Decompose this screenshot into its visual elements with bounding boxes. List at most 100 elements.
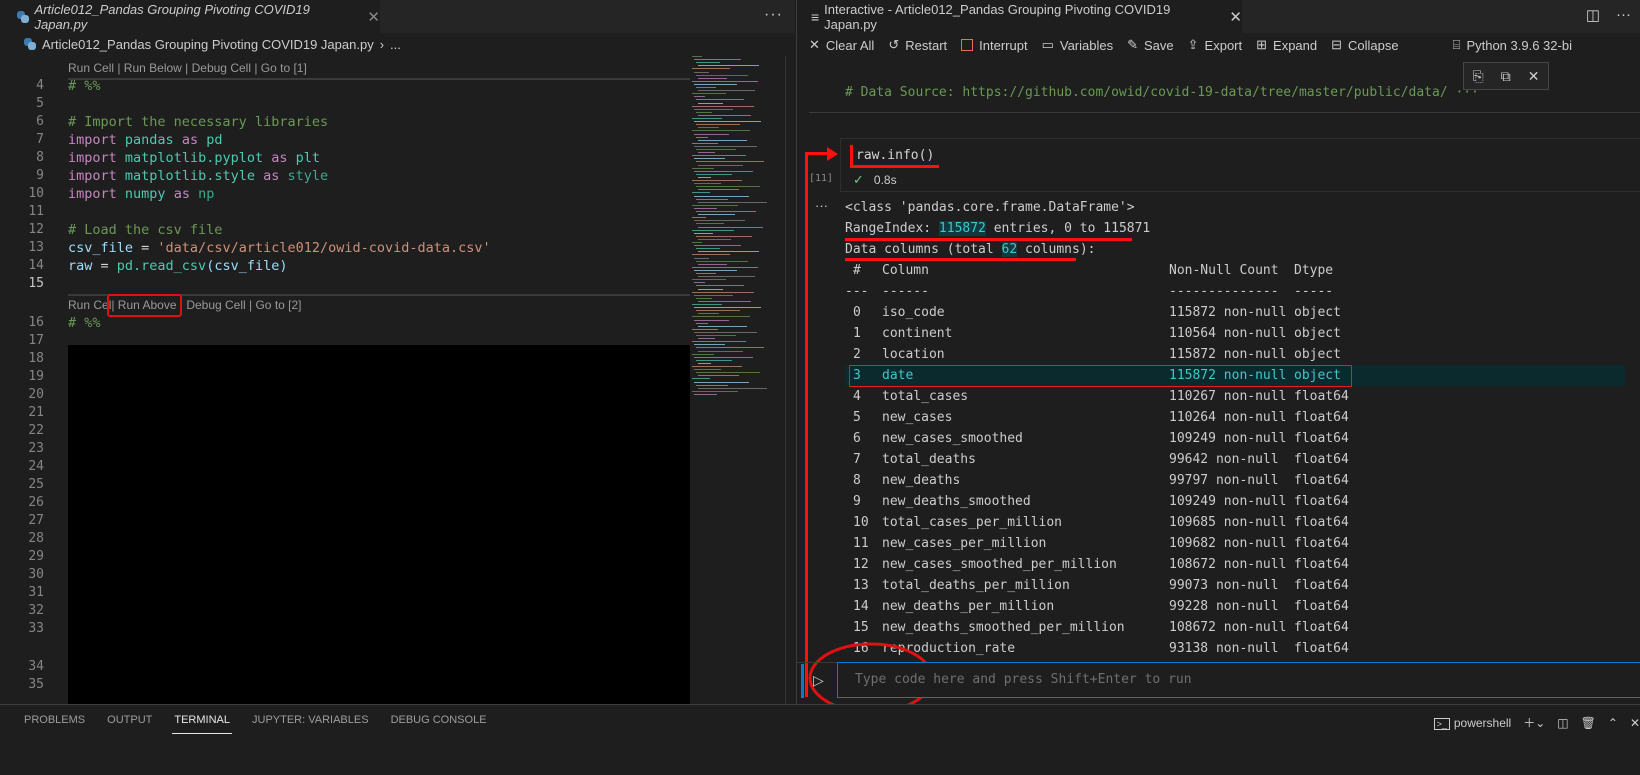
table-rule: --- ------ -------------- -----: [845, 284, 1334, 299]
minimap[interactable]: [690, 56, 785, 401]
line-number: 34: [28, 659, 44, 674]
editor-scrollbar[interactable]: [785, 56, 795, 706]
close-icon[interactable]: ✕: [367, 8, 380, 26]
cell-output: <class 'pandas.core.frame.DataFrame'> Ra…: [845, 197, 1625, 659]
line-number: 33: [28, 621, 44, 636]
minimap-line: [696, 359, 732, 361]
more-actions-icon[interactable]: ···: [1616, 6, 1631, 24]
interactive-window-icon: ≡: [811, 8, 820, 25]
minimap-line: [696, 310, 740, 312]
goto-code-icon[interactable]: ⧉: [1501, 68, 1511, 85]
run-icon[interactable]: ▷: [813, 672, 824, 689]
run-cell-link[interactable]: Run Cel: [68, 298, 111, 312]
line-number: 14: [28, 258, 44, 273]
copy-icon[interactable]: ⎘: [1473, 68, 1484, 85]
more-actions-icon[interactable]: ···: [764, 6, 783, 24]
execution-count: [11]: [809, 173, 834, 184]
line-number: 28: [28, 531, 44, 546]
minimap-line: [694, 319, 729, 321]
minimap-line: [692, 105, 754, 107]
interrupt-button[interactable]: Interrupt: [961, 38, 1028, 53]
table-row: 9 new_deaths_smoothed 109249 non-null float…: [853, 494, 1349, 509]
code-input[interactable]: Type code here and press Shift+Enter to …: [837, 662, 1640, 698]
minimap-line: [692, 266, 758, 268]
save-button[interactable]: ✎ Save: [1127, 37, 1174, 53]
codelens-cell-1[interactable]: Run Cell | Run Below | Debug Cell | Go t…: [68, 61, 307, 75]
minimap-line: [692, 142, 718, 144]
debug-goto-links[interactable]: Debug Cell | Go to [2]: [183, 298, 301, 312]
code-editor[interactable]: Run Cell | Run Below | Debug Cell | Go t…: [0, 56, 690, 706]
minimap-line: [692, 341, 746, 343]
terminal-icon: >_: [1433, 717, 1450, 730]
trash-icon[interactable]: 🗑: [1581, 716, 1596, 730]
table-header: # Column Non-Null Count Dtype: [853, 263, 1334, 278]
minimap-line: [696, 347, 764, 349]
output-more-icon[interactable]: ···: [815, 198, 828, 213]
editor-tab-label: Article012_Pandas Grouping Pivoting COVI…: [34, 1, 310, 32]
delete-cell-icon[interactable]: ✕: [1528, 68, 1540, 85]
editor-tab[interactable]: Article012_Pandas Grouping Pivoting COVI…: [0, 0, 380, 33]
line-number: 5: [36, 96, 44, 111]
minimap-line: [696, 74, 748, 76]
split-editor-icon[interactable]: ◫: [1586, 6, 1600, 24]
minimap-line: [696, 285, 744, 287]
breadcrumb: Article012_Pandas Grouping Pivoting COVI…: [0, 33, 795, 55]
minimap-line: [696, 384, 728, 386]
terminal-actions: >_ powershell ＋⌄ ◫ 🗑 ⌃ ✕: [1433, 714, 1640, 731]
tab-terminal[interactable]: TERMINAL: [172, 714, 232, 734]
minimap-line: [692, 242, 702, 243]
code-line-8: import matplotlib.pyplot as plt: [68, 150, 321, 166]
minimap-line: [698, 288, 723, 290]
tab-output[interactable]: OUTPUT: [107, 714, 152, 734]
tab-problems[interactable]: PROBLEMS: [24, 714, 85, 734]
minimap-line: [694, 331, 757, 333]
minimap-line: [694, 195, 749, 197]
line-number: 35: [28, 677, 44, 692]
terminal-selector[interactable]: >_ powershell: [1433, 716, 1511, 730]
line-number: 31: [28, 585, 44, 600]
kernel-picker[interactable]: ⌸ Python 3.9.6 32-bi: [1453, 37, 1572, 53]
minimap-line: [694, 170, 753, 172]
collapse-button[interactable]: ⊟ Collapse: [1331, 37, 1399, 53]
tab-jupyter-variables[interactable]: JUPYTER: VARIABLES: [252, 714, 369, 734]
clear-all-button[interactable]: ✕ Clear All: [809, 37, 874, 53]
minimap-line: [696, 235, 752, 237]
minimap-line: [692, 204, 738, 206]
breadcrumb-file[interactable]: Article012_Pandas Grouping Pivoting COVI…: [42, 37, 374, 52]
line-number: 30: [28, 567, 44, 582]
minimap-line: [696, 186, 760, 188]
minimap-line: [698, 90, 755, 92]
minimap-line: [698, 114, 751, 116]
minimap-line: [696, 161, 764, 163]
minimap-line: [694, 220, 745, 222]
minimap-line: [696, 124, 740, 126]
previous-cell-comment[interactable]: # Data Source: https://github.com/owid/c…: [845, 85, 1479, 100]
line-number: 23: [28, 441, 44, 456]
table-row: 2 location 115872 non-null object: [853, 347, 1341, 362]
cell-separator: [68, 78, 690, 80]
minimap-line: [698, 338, 715, 340]
minimap-line: [694, 145, 757, 147]
close-icon[interactable]: ✕: [1229, 8, 1242, 26]
restart-button[interactable]: ↺ Restart: [888, 37, 947, 53]
tab-debug-console[interactable]: DEBUG CONSOLE: [391, 714, 487, 734]
minimap-line: [698, 313, 719, 315]
code-cell[interactable]: [840, 138, 1640, 192]
breadcrumb-more[interactable]: ...: [390, 37, 401, 52]
close-panel-icon[interactable]: ✕: [1630, 716, 1640, 730]
annotation-underline: [845, 258, 1076, 261]
interactive-tab[interactable]: ≡ Interactive - Article012_Pandas Groupi…: [797, 0, 1242, 33]
minimap-line: [696, 297, 712, 299]
maximize-panel-icon[interactable]: ⌃: [1608, 716, 1618, 730]
annotation-arrow-line: [805, 152, 829, 155]
check-icon: ✓: [853, 172, 864, 187]
bottom-panel: PROBLEMS OUTPUT TERMINAL JUPYTER: VARIAB…: [0, 705, 1640, 775]
variables-button[interactable]: ▭ Variables: [1042, 37, 1114, 53]
output-range-line: RangeIndex: 115872 entries, 0 to 115871: [845, 221, 1151, 236]
expand-button[interactable]: ⊞ Expand: [1256, 37, 1317, 53]
new-terminal-icon[interactable]: ＋⌄: [1523, 714, 1545, 731]
export-button[interactable]: ⇪ Export: [1188, 37, 1242, 53]
minimap-line: [694, 282, 705, 284]
split-terminal-icon[interactable]: ◫: [1557, 716, 1568, 730]
table-row: 12 new_cases_smoothed_per_million 108672 n…: [853, 557, 1349, 572]
